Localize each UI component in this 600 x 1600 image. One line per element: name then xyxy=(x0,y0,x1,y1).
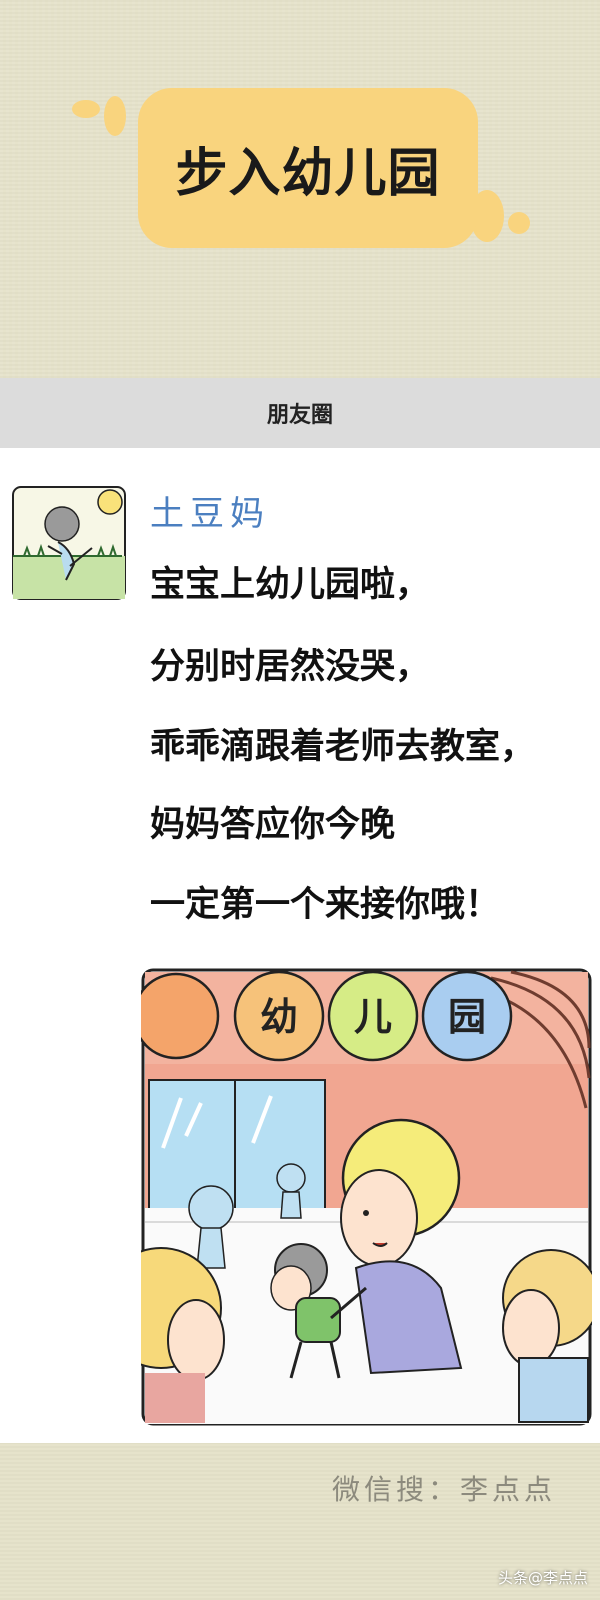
wechat-search-watermark: 微信搜：李点点 xyxy=(331,1473,556,1506)
sign-char: 园 xyxy=(448,995,486,1039)
avatar[interactable] xyxy=(10,484,128,602)
decor-blob xyxy=(72,100,100,118)
decor-blob xyxy=(104,96,126,136)
kindergarten-comic-image[interactable]: 幼 儿 园 xyxy=(141,968,592,1426)
post-line: 乖乖滴跟着老师去教室， xyxy=(150,727,536,767)
decor-blob xyxy=(508,212,530,234)
sign-char: 幼 xyxy=(260,995,298,1039)
post-line: 一定第一个来接你哦！ xyxy=(150,885,501,925)
moments-bar: 朋友圈 xyxy=(0,378,600,448)
post-line: 分别时居然没哭， xyxy=(150,647,431,687)
sign-char: 儿 xyxy=(354,995,392,1039)
post-author[interactable]: 土豆妈 xyxy=(150,486,270,535)
page-title: 步入幼儿园 xyxy=(175,143,441,204)
credit-watermark: 头条@李点点 xyxy=(497,1569,588,1587)
post-line: 妈妈答应你今晚 xyxy=(150,805,396,845)
moments-bar-title: 朋友圈 xyxy=(266,403,333,428)
post-line: 宝宝上幼儿园啦， xyxy=(150,565,431,605)
